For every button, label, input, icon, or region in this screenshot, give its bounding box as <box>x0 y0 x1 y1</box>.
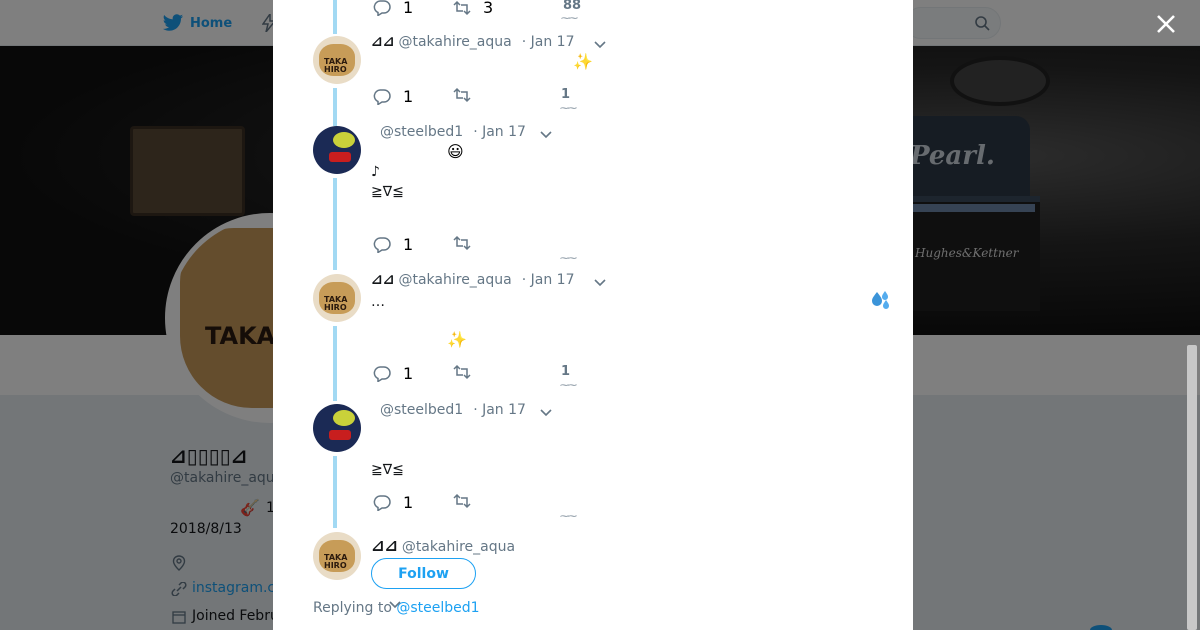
smile-emoji: 😃 <box>447 142 464 161</box>
reply-action[interactable]: 1 <box>373 493 413 512</box>
tweet-author-name[interactable]: ⊿⊿ <box>371 272 394 288</box>
retweet-action[interactable] <box>453 364 471 380</box>
sweat-droplets-icon <box>872 291 889 309</box>
like-icon[interactable]: ⁓⁓ <box>560 254 577 264</box>
reply-count: 1 <box>403 235 414 254</box>
replying-to-label: Replying to <box>313 600 392 616</box>
tweet-header: @steelbed1 · Jan 17 <box>376 402 526 418</box>
tweet-header: ⊿⊿ @takahire_aqua · Jan 17 <box>371 272 574 288</box>
tweet-author-name[interactable]: ⊿⊿ <box>371 34 394 50</box>
like-icon[interactable]: ⁓⁓ <box>560 512 577 522</box>
retweet-action[interactable] <box>453 493 471 509</box>
retweet-icon <box>453 493 471 509</box>
chevron-down-icon[interactable] <box>540 131 552 139</box>
tweet-header: ⊿⊿ @takahire_aqua · Jan 17 <box>371 34 574 50</box>
reply-count: 1 <box>403 493 414 512</box>
reply-action[interactable]: 1 <box>373 364 413 383</box>
tweet-author-handle[interactable]: @steelbed1 <box>380 402 463 418</box>
like-icon: ⁓⁓ <box>561 14 578 24</box>
retweet-action[interactable] <box>453 87 471 103</box>
tweet-timestamp[interactable]: · Jan 17 <box>522 34 575 50</box>
tweet-author-handle[interactable]: @steelbed1 <box>380 124 463 140</box>
tweet-text: … <box>371 294 385 310</box>
close-icon[interactable] <box>1152 10 1180 38</box>
main-tweet-author-name[interactable]: ⊿⊿ <box>371 536 398 555</box>
like-count[interactable]: 88 <box>563 0 581 13</box>
reply-count: 1 <box>403 0 414 17</box>
tweet-avatar[interactable] <box>313 404 361 452</box>
chevron-down-icon[interactable] <box>389 601 401 609</box>
reply-count: 1 <box>403 87 414 106</box>
retweet-action[interactable]: 3 <box>453 0 493 17</box>
replying-to-handle-link[interactable]: @steelbed1 <box>396 600 479 616</box>
tweet-text: ≧∇≦ <box>371 462 404 478</box>
reply-count: 1 <box>403 364 414 383</box>
chevron-down-icon[interactable] <box>594 41 606 49</box>
like-icon: ⁓⁓ <box>560 104 577 114</box>
sparkles-emoji: ✨ <box>447 330 467 349</box>
like-count[interactable]: 1 <box>561 87 570 102</box>
retweet-count: 3 <box>483 0 494 17</box>
like-icon: ⁓⁓ <box>560 381 577 391</box>
tweet-avatar[interactable]: TAKA HIRO <box>313 274 361 322</box>
tweet-item[interactable]: TAKA HIRO ⊿⊿ @takahire_aqua · Jan 17 … ✨ … <box>313 272 893 402</box>
reply-icon <box>373 0 391 16</box>
main-tweet-author-handle[interactable]: @takahire_aqua <box>402 539 515 555</box>
tweet-timestamp[interactable]: · Jan 17 <box>473 402 526 418</box>
reply-icon <box>373 365 391 382</box>
main-tweet-header: ⊿⊿ @takahire_aqua <box>371 536 515 555</box>
tweet-text: ♪ ≧∇≦ <box>371 164 404 200</box>
chevron-down-icon[interactable] <box>594 279 606 287</box>
tweet-item[interactable]: @steelbed1 · Jan 17 😃 ♪ ≧∇≦ 1 ⁓⁓ <box>313 124 893 264</box>
reply-action[interactable]: 1 <box>373 0 413 17</box>
retweet-action[interactable] <box>453 235 471 251</box>
follow-button[interactable]: Follow <box>371 558 476 589</box>
tweet-header: @steelbed1 · Jan 17 <box>376 124 526 140</box>
tweet-item[interactable]: @steelbed1 · Jan 17 ≧∇≦ 1 ⁓⁓ <box>313 402 893 526</box>
retweet-icon <box>453 235 471 251</box>
tweet-item[interactable]: TAKA HIRO ⊿⊿ @takahire_aqua · Jan 17 ✨ 1 … <box>313 34 893 124</box>
like-count[interactable]: 1 <box>561 364 570 379</box>
sparkles-emoji: ✨ <box>573 52 593 71</box>
reply-action[interactable]: 1 <box>373 235 413 254</box>
retweet-icon <box>453 87 471 103</box>
retweet-icon <box>453 0 471 15</box>
reply-icon <box>373 494 391 511</box>
tweet-item[interactable]: 1 3 88 ⁓⁓ <box>313 0 893 24</box>
tweet-timestamp[interactable]: · Jan 17 <box>522 272 575 288</box>
reply-icon <box>373 88 391 105</box>
main-tweet-avatar[interactable]: TAKA HIRO <box>313 532 361 580</box>
reply-icon <box>373 236 391 253</box>
tweet-thread-modal: 1 3 88 ⁓⁓ TAKA HIRO ⊿⊿ @takahire_aqua · J… <box>273 0 913 630</box>
page-scrollbar[interactable] <box>1187 345 1197 630</box>
reply-action[interactable]: 1 <box>373 87 413 106</box>
tweet-avatar[interactable] <box>313 126 361 174</box>
tweet-avatar[interactable]: TAKA HIRO <box>313 36 361 84</box>
retweet-icon <box>453 364 471 380</box>
tweet-author-handle[interactable]: @takahire_aqua <box>398 272 511 288</box>
chevron-down-icon[interactable] <box>540 409 552 417</box>
tweet-author-handle[interactable]: @takahire_aqua <box>398 34 511 50</box>
tweet-timestamp[interactable]: · Jan 17 <box>473 124 526 140</box>
